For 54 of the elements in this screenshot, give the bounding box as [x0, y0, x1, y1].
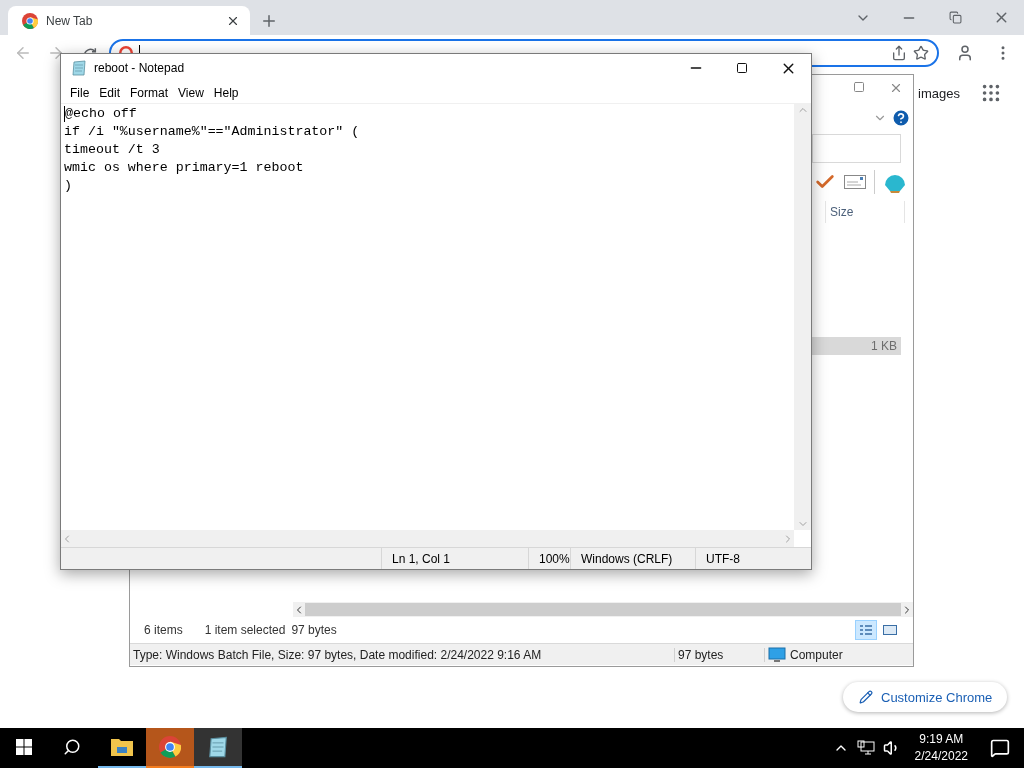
code-line: timeout /t 3 — [64, 141, 160, 159]
menu-item[interactable]: File — [65, 85, 95, 100]
envelope-icon[interactable] — [844, 175, 866, 189]
search-field[interactable] — [812, 134, 901, 163]
image-icon — [883, 624, 897, 636]
list-icon — [859, 624, 873, 636]
pencil-icon — [859, 690, 873, 704]
file-size-text: 97 bytes — [675, 647, 765, 662]
code-line: @echo off — [65, 105, 137, 123]
status-field: UTF-8 — [695, 548, 795, 569]
notepad-icon — [207, 736, 229, 758]
computer-icon — [768, 646, 786, 663]
images-link[interactable]: images — [918, 85, 960, 101]
chrome-icon — [159, 736, 181, 758]
menu-item[interactable]: Edit — [94, 85, 126, 100]
horizontal-scrollbar[interactable] — [293, 602, 913, 617]
column-header[interactable]: Size — [825, 201, 905, 223]
star-icon[interactable] — [912, 44, 929, 61]
search-icon[interactable] — [63, 738, 81, 756]
file-size-cell[interactable]: 1 KB — [812, 337, 901, 355]
menu-item[interactable]: Format — [125, 85, 174, 100]
restore-icon[interactable] — [948, 11, 962, 24]
text-cursor — [64, 106, 65, 122]
selection-size: 97 bytes — [291, 623, 337, 637]
windows-logo-icon[interactable] — [16, 739, 32, 755]
status-field: 100% — [528, 548, 570, 569]
file-info-text: Type: Windows Batch File, Size: 97 bytes, Date modified: 2/24/2022 9:16 AM — [130, 647, 675, 662]
share-icon[interactable] — [890, 44, 907, 61]
item-count: 6 items — [144, 623, 183, 637]
apps-grid-icon[interactable] — [980, 82, 1002, 104]
new-tab-icon[interactable] — [260, 12, 278, 30]
selection-count: 1 item selected — [204, 623, 286, 637]
window-title: reboot - Notepad — [94, 61, 185, 75]
zone-label: Computer — [790, 647, 843, 662]
maximize-icon[interactable] — [736, 62, 748, 74]
menu-item[interactable]: Help — [208, 85, 244, 100]
network-icon[interactable] — [856, 740, 875, 756]
clock[interactable]: 9:19 AM 2/24/2022 — [914, 731, 968, 765]
google-g-icon — [118, 45, 133, 53]
help-icon[interactable] — [891, 108, 911, 128]
code-line: wmic os where primary=1 reboot — [64, 159, 304, 177]
notepad-icon — [71, 60, 87, 76]
chrome-logo-icon — [22, 12, 38, 29]
taskbar-app-button[interactable] — [194, 728, 242, 768]
status-field: Ln 1, Col 1 — [381, 548, 528, 569]
code-line: if /i "%username%"=="Administrator" ( — [64, 123, 360, 141]
browser-tab[interactable]: New Tab — [8, 6, 250, 35]
folder-icon — [110, 737, 134, 757]
code-line: ) — [64, 177, 72, 195]
notification-icon[interactable] — [990, 738, 1010, 758]
details-view-button[interactable] — [855, 620, 877, 640]
status-field: Windows (CRLF) — [570, 548, 695, 569]
customize-chrome-button[interactable]: Customize Chrome — [843, 682, 1007, 712]
menu-item[interactable]: View — [173, 85, 209, 100]
